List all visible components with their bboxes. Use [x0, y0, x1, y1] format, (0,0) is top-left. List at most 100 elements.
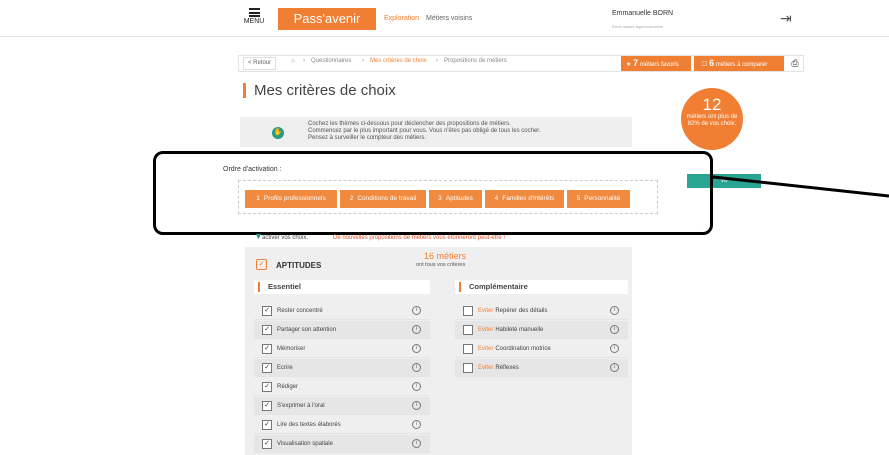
chevron-right-icon: ›: [362, 58, 364, 64]
row-label: Visualisation spatiale: [277, 441, 333, 447]
title-accent: [243, 83, 246, 98]
top-bar: MENU Pass'avenir Exploration Métiers voi…: [0, 0, 889, 37]
star-icon: ★: [626, 62, 632, 68]
essentiel-row[interactable]: ✓ Lire des textes élaborés i: [254, 416, 430, 434]
complementaire-row[interactable]: Eviter Réflexes i: [455, 359, 628, 377]
compare-label: métiers à comparer: [715, 62, 768, 68]
checkbox-checked[interactable]: ✓: [262, 420, 272, 430]
info-icon[interactable]: i: [412, 439, 421, 448]
chevron-right-icon: ›: [303, 58, 305, 64]
compare-count: 6: [709, 58, 715, 68]
nav-metiers-voisins[interactable]: Métiers voisins: [426, 15, 472, 22]
info-icon[interactable]: i: [412, 420, 421, 429]
brand-logo[interactable]: Pass'avenir: [278, 8, 376, 30]
info-icon[interactable]: i: [610, 325, 619, 334]
page-title: Mes critères de choix: [254, 82, 396, 99]
aptitudes-panel: ✓ APTITUDES 16 métiers ont tous vos crit…: [245, 247, 632, 455]
info-icon[interactable]: i: [610, 344, 619, 353]
checkbox-checked[interactable]: ✓: [262, 401, 272, 411]
back-button[interactable]: < Retour: [243, 57, 277, 70]
row-label: Réflexes: [495, 365, 519, 371]
checkbox-checked[interactable]: ✓: [262, 363, 272, 373]
breadcrumb-criteres[interactable]: Mes critères de choix: [370, 58, 427, 64]
row-label: Partager son attention: [277, 327, 337, 333]
menu-button[interactable]: MENU: [240, 8, 268, 25]
essentiel-row[interactable]: ✓ Rédiger i: [254, 378, 430, 396]
user-name: Emmanuelle BORN: [612, 10, 674, 17]
counter-number: 12: [702, 95, 722, 114]
checkbox-checked[interactable]: ✓: [262, 306, 272, 316]
complementaire-row[interactable]: Eviter Coordination motrice i: [455, 340, 628, 358]
info-icon[interactable]: i: [610, 363, 619, 372]
nav-exploration[interactable]: Exploration: [384, 15, 419, 22]
row-label: Repérer des détails: [495, 308, 548, 314]
favorites-label: métiers favoris: [639, 62, 679, 68]
complementaire-row[interactable]: Eviter Habileté manuelle i: [455, 321, 628, 339]
info-icon[interactable]: i: [610, 306, 619, 315]
row-label: Rester concentré: [277, 308, 323, 314]
metiers-count: 16 métiers: [424, 251, 467, 261]
annotation-box: [153, 151, 713, 235]
info-icon[interactable]: i: [412, 382, 421, 391]
row-label: Rédiger: [277, 384, 299, 390]
metiers-count-sub: ont tous vos critères: [416, 262, 466, 268]
complementaire-row[interactable]: Eviter Repérer des détails i: [455, 302, 628, 320]
row-label: Habileté manuelle: [495, 327, 544, 333]
complementaire-title: Complémentaire: [469, 282, 528, 291]
home-icon[interactable]: ⌂: [291, 58, 295, 64]
checkbox-checked[interactable]: ✓: [262, 325, 272, 335]
info-icon[interactable]: i: [412, 306, 421, 315]
row-label: Mémoriser: [277, 346, 306, 352]
compare-button[interactable]: ☐ 6 métiers à comparer: [694, 56, 784, 71]
essentiel-header: Essentiel: [254, 280, 430, 294]
essentiel-row[interactable]: ✓ Rester concentré i: [254, 302, 430, 320]
user-subtitle: Élève classe tapprocomaelie: [612, 24, 663, 29]
row-label: S'exprimer à l'oral: [277, 403, 325, 409]
essentiel-row[interactable]: ✓ Ecrire i: [254, 359, 430, 377]
checkbox-unchecked[interactable]: [463, 344, 473, 354]
info-icon[interactable]: i: [412, 344, 421, 353]
avoid-prefix: Eviter: [478, 346, 494, 352]
checkbox-checked[interactable]: ✓: [262, 382, 272, 392]
essentiel-row[interactable]: ✓ S'exprimer à l'oral i: [254, 397, 430, 415]
essentiel-row[interactable]: ✓ Mémoriser i: [254, 340, 430, 358]
favorites-button[interactable]: ★ 7 métiers favoris: [621, 56, 691, 71]
avoid-prefix: Eviter: [478, 327, 494, 333]
logout-icon[interactable]: ⇥: [780, 10, 792, 27]
row-label: Lire des textes élaborés: [277, 422, 341, 428]
checkbox-checked[interactable]: ✓: [262, 344, 272, 354]
compare-icon: ☐: [702, 62, 708, 68]
activate-text: activer vos choix.: [262, 235, 309, 241]
breadcrumb-propositions[interactable]: Propositions de métiers: [444, 58, 507, 64]
counter-text: métiers ont plus de 82% de vos choix.: [686, 114, 738, 127]
menu-label: MENU: [243, 18, 265, 25]
printer-icon[interactable]: ⎙: [787, 56, 803, 71]
essentiel-row[interactable]: ✓ Visualisation spatiale i: [254, 435, 430, 453]
info-icon[interactable]: i: [412, 325, 421, 334]
breadcrumb-questionnaires[interactable]: Questionnaires: [311, 58, 351, 64]
match-counter: 12 métiers ont plus de 82% de vos choix.: [681, 88, 743, 150]
checkbox-unchecked[interactable]: [463, 325, 473, 335]
info-icon[interactable]: i: [412, 363, 421, 372]
checkbox-checked[interactable]: ✓: [262, 439, 272, 449]
row-label: Ecrire: [277, 365, 293, 371]
avoid-prefix: Eviter: [478, 308, 494, 314]
checkbox-unchecked[interactable]: [463, 306, 473, 316]
row-label: Coordination motrice: [495, 346, 551, 352]
checkbox-unchecked[interactable]: [463, 363, 473, 373]
instruction-line-2: Commencez par le plus important pour vou…: [308, 128, 541, 134]
essentiel-title: Essentiel: [268, 282, 301, 291]
breadcrumb: < Retour ⌂ › Questionnaires › Mes critèr…: [238, 55, 804, 72]
info-icon[interactable]: i: [412, 401, 421, 410]
essentiel-row[interactable]: ✓ Partager son attention i: [254, 321, 430, 339]
avoid-prefix: Eviter: [478, 365, 494, 371]
chevron-right-icon: ›: [436, 58, 438, 64]
hand-icon: ✋: [272, 127, 284, 139]
aptitudes-title: APTITUDES: [276, 261, 322, 270]
hamburger-icon: [248, 8, 260, 17]
instructions-box: ✋ Cochez les thèmes ci-dessous pour décl…: [240, 117, 632, 147]
warning-line-1: [330, 228, 660, 234]
instruction-line-1: Cochez les thèmes ci-dessous pour déclen…: [308, 121, 511, 127]
aptitudes-checkbox[interactable]: ✓: [256, 259, 267, 270]
complementaire-header: Complémentaire: [455, 280, 628, 294]
